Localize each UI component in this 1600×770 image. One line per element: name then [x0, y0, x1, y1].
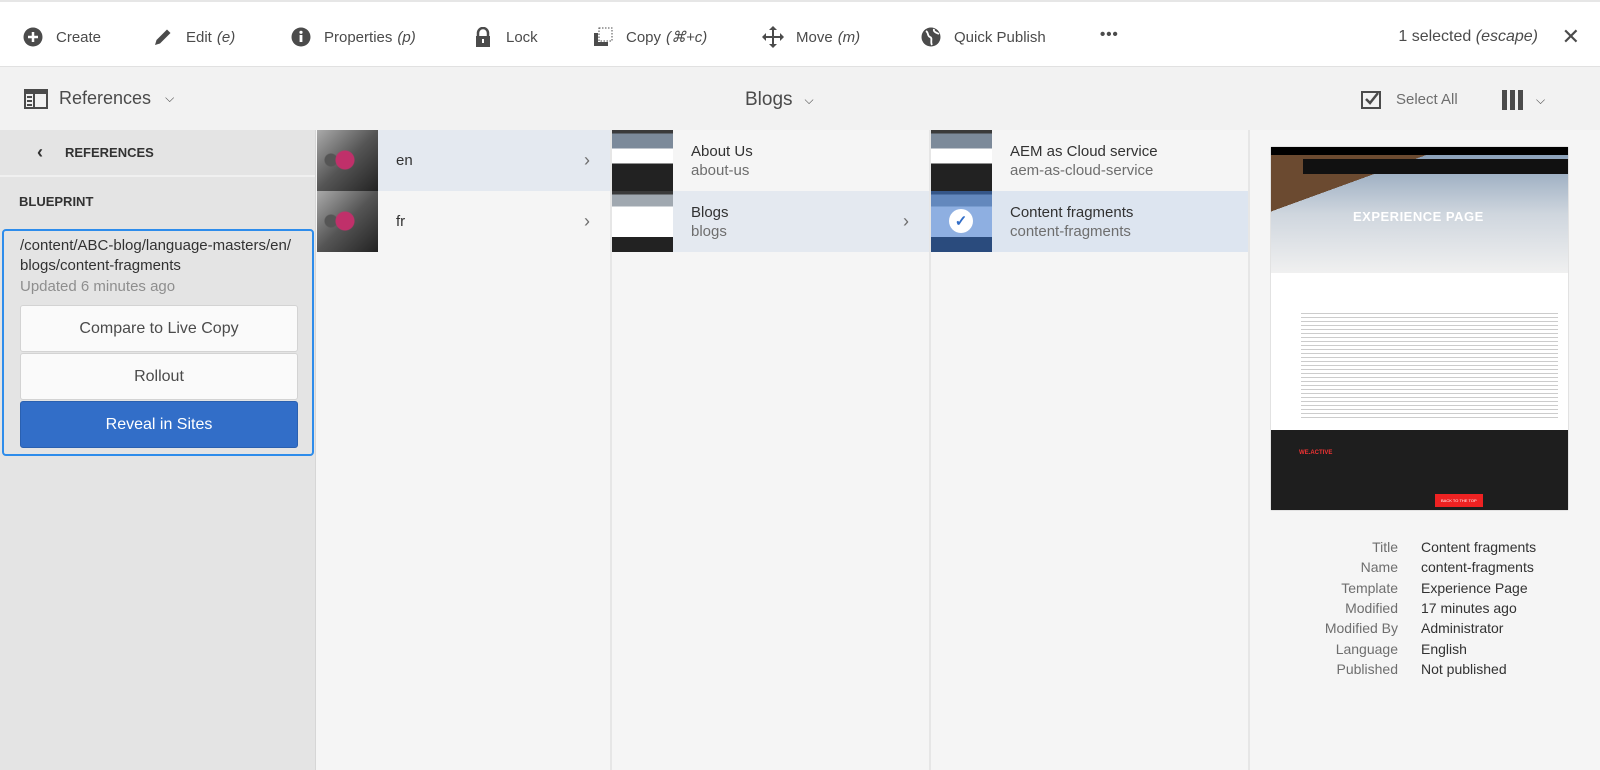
item-name: content-fragments: [1010, 222, 1131, 240]
item-thumbnail: [317, 130, 378, 191]
reveal-in-sites-button[interactable]: Reveal in Sites: [20, 401, 298, 448]
plus-circle-icon: [22, 26, 44, 48]
property-label: Name: [1360, 559, 1398, 576]
column-item[interactable]: AEM as Cloud service aem-as-cloud-service: [931, 130, 1248, 191]
pencil-icon: [152, 26, 174, 48]
move-icon: [762, 26, 784, 48]
property-row: Template Experience Page: [1250, 578, 1600, 598]
select-all-icon: [1361, 91, 1381, 109]
chevron-right-icon: ›: [584, 211, 590, 231]
page-preview-thumbnail: EXPERIENCE PAGE WE.ACTIVE BACK TO THE TO…: [1271, 147, 1568, 510]
property-row: Name content-fragments: [1250, 557, 1600, 577]
view-switcher-button[interactable]: ⌵: [1502, 90, 1545, 110]
item-thumbnail: [612, 130, 673, 191]
create-button[interactable]: Create: [22, 26, 101, 48]
column-3: AEM as Cloud service aem-as-cloud-service…: [931, 130, 1250, 770]
property-label: Modified: [1345, 600, 1398, 617]
rail-toggle-button[interactable]: References ⌵: [24, 88, 174, 109]
lock-icon: [472, 26, 494, 48]
item-thumbnail: ✓: [931, 191, 992, 252]
chevron-down-icon: ⌵: [1536, 92, 1546, 107]
updated-time: Updated 6 minutes ago: [20, 278, 176, 295]
item-title: fr: [396, 213, 406, 230]
chevron-down-icon: ⌵: [804, 92, 814, 107]
item-thumbnail: [612, 191, 673, 252]
item-title: en: [396, 152, 413, 169]
property-value: English: [1421, 640, 1467, 657]
column-item[interactable]: About Us about-us: [612, 130, 929, 191]
back-button[interactable]: ‹: [37, 142, 43, 163]
references-rail: ‹ REFERENCES BLUEPRINT /content/ABC-blog…: [0, 130, 316, 770]
header-bar: References ⌵ Blogs ⌵ Select All ⌵: [0, 67, 1600, 130]
page-properties: Title Content fragments Name content-fragme…: [1250, 537, 1600, 679]
item-thumbnail: [931, 130, 992, 191]
property-row: Title Content fragments: [1250, 537, 1600, 557]
compare-to-live-copy-button[interactable]: Compare to Live Copy: [20, 305, 298, 352]
globe-icon: [920, 26, 942, 48]
property-value: content-fragments: [1421, 559, 1534, 576]
column-1: en › fr ›: [317, 130, 612, 770]
item-title: About Us: [691, 142, 753, 160]
column-item[interactable]: fr ›: [317, 191, 610, 252]
column-view-icon: [1502, 90, 1523, 110]
more-actions-button[interactable]: •••: [1100, 26, 1119, 43]
blueprint-reference-card[interactable]: /content/ABC-blog/language-masters/en/bl…: [2, 229, 314, 456]
copy-button[interactable]: Copy (⌘+c): [592, 26, 707, 48]
property-row: Modified By Administrator: [1250, 618, 1600, 638]
rollout-button[interactable]: Rollout: [20, 353, 298, 400]
item-title: Blogs: [691, 203, 729, 221]
rail-icon: [24, 88, 48, 109]
move-button[interactable]: Move (m): [762, 26, 860, 48]
edit-button[interactable]: Edit (e): [152, 26, 235, 48]
references-header: ‹ REFERENCES: [0, 130, 315, 177]
column-item[interactable]: ✓ Content fragments content-fragments: [931, 191, 1248, 252]
property-value: Not published: [1421, 660, 1507, 677]
property-label: Modified By: [1324, 620, 1398, 637]
property-row: Modified 17 minutes ago: [1250, 598, 1600, 618]
property-row: Published Not published: [1250, 659, 1600, 679]
column-item[interactable]: en ›: [317, 130, 610, 191]
property-value: Experience Page: [1421, 579, 1528, 596]
column-item[interactable]: Blogs blogs ›: [612, 191, 929, 252]
selection-count: 1 selected (escape): [1398, 28, 1538, 45]
property-label: Published: [1336, 660, 1399, 677]
chevron-down-icon: ⌵: [165, 91, 175, 105]
property-value: Administrator: [1421, 620, 1504, 637]
blueprint-section-label: BLUEPRINT: [19, 194, 94, 209]
property-label: Language: [1335, 640, 1398, 657]
item-title: AEM as Cloud service: [1010, 142, 1158, 160]
item-name: aem-as-cloud-service: [1010, 161, 1154, 179]
property-label: Title: [1372, 539, 1398, 556]
column-2: About Us about-us Blogs blogs ›: [612, 130, 931, 770]
close-selection-button[interactable]: ✕: [1562, 24, 1580, 50]
property-label: Template: [1341, 579, 1398, 596]
info-icon: [290, 26, 312, 48]
chevron-right-icon: ›: [903, 211, 909, 231]
item-title: Content fragments: [1010, 203, 1134, 221]
property-value: 17 minutes ago: [1421, 600, 1517, 617]
copy-icon: [592, 26, 614, 48]
properties-button[interactable]: Properties (p): [290, 26, 416, 48]
checkmark-icon: ✓: [949, 209, 973, 233]
reference-path: /content/ABC-blog/language-masters/en/bl…: [20, 237, 291, 274]
property-row: Language English: [1250, 638, 1600, 658]
property-value: Content fragments: [1421, 539, 1537, 556]
item-thumbnail: [317, 191, 378, 252]
lock-button[interactable]: Lock: [472, 26, 538, 48]
quick-publish-button[interactable]: Quick Publish: [920, 26, 1046, 48]
breadcrumb-title-button[interactable]: Blogs ⌵: [745, 89, 814, 111]
select-all-button[interactable]: Select All: [1361, 89, 1458, 109]
action-bar: Create Edit (e) Properties (p) Lock Copy (⌘+c) M…: [0, 0, 1600, 67]
item-name: blogs: [691, 222, 727, 240]
item-name: about-us: [691, 161, 750, 179]
chevron-right-icon: ›: [584, 150, 590, 170]
